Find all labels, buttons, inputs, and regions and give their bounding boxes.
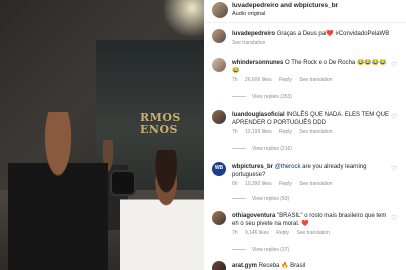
heart-icon[interactable]: ♡ [391, 114, 398, 121]
comment-body: arat.gym Receba 🔥 Brasil [232, 262, 392, 270]
divider [204, 22, 406, 23]
comment-text: Graças a Deus pai❤️ #ConvidadoPelaWB [276, 31, 390, 37]
see-translation-button[interactable]: See translation [296, 230, 329, 236]
post-header: luvadepedreiro and wbpictures_br Áudio o… [204, 0, 406, 20]
person-left [8, 112, 108, 270]
comment-username[interactable]: luvadepedreiro [232, 31, 275, 37]
reply-button[interactable]: Reply [279, 77, 292, 83]
comment-body: luvadepedreiro Graças a Deus pai❤️ #Conv… [232, 30, 392, 38]
comment-username[interactable]: wbpictures_br [232, 164, 273, 170]
heart-icon[interactable]: ♡ [391, 215, 398, 222]
comment-time: 7h [232, 129, 238, 135]
see-translation-button[interactable]: See translation [299, 77, 332, 83]
view-replies-button[interactable]: View replies (216) [232, 146, 292, 152]
avatar[interactable] [212, 58, 226, 72]
comment-time: 7h [232, 230, 238, 236]
avatar[interactable] [212, 29, 226, 43]
avatar[interactable] [212, 110, 226, 124]
comment-likes[interactable]: 10,390 likes [245, 181, 272, 187]
comment-mention[interactable]: @therock [275, 164, 301, 170]
comments-panel: luvadepedreiro and wbpictures_br Áudio o… [204, 0, 406, 270]
audio-link[interactable]: Áudio original [232, 11, 265, 17]
reply-button[interactable]: Reply [276, 230, 289, 236]
comment-body: whindersonnunes O The Rock e o De Rocha … [232, 59, 392, 75]
see-translation-button[interactable]: See translation [299, 181, 332, 187]
avatar[interactable] [212, 162, 226, 176]
comment-text: Receba 🔥 Brasil [258, 263, 306, 269]
post-authors[interactable]: luvadepedreiro and wbpictures_br [232, 2, 338, 9]
comment-likes[interactable]: 26,606 likes [245, 77, 272, 83]
comment-body: othiagoventura "BRASIL" o rosto mais bra… [232, 212, 392, 228]
heart-icon[interactable]: ♡ [391, 62, 398, 69]
view-replies-button[interactable]: View replies (93) [232, 196, 289, 202]
comment-meta: 7h 13,199 likes Reply See translation [232, 129, 339, 135]
see-translation-button[interactable]: See translation [299, 129, 332, 135]
post-media[interactable]: RMOS ENOS [0, 0, 204, 270]
view-replies-button[interactable]: View replies (37) [232, 247, 289, 253]
comment-username[interactable]: whindersonnunes [232, 60, 283, 66]
comment-time: 7h [232, 77, 238, 83]
comment-meta: 7h 26,606 likes Reply See translation [232, 77, 339, 83]
comment-meta: See translation [232, 40, 271, 46]
comment-time: 6h [232, 181, 238, 187]
comment-body: wbpictures_br @therock are you already l… [232, 163, 392, 179]
avatar[interactable] [212, 2, 228, 18]
view-replies-button[interactable]: View replies (353) [232, 94, 292, 100]
comment-likes[interactable]: 13,199 likes [245, 129, 272, 135]
comment-likes[interactable]: 9,146 likes [245, 230, 269, 236]
comment-meta: 6h 10,390 likes Reply See translation [232, 181, 339, 187]
avatar[interactable] [212, 211, 226, 225]
comment-username[interactable]: luandouglasoficial [232, 112, 285, 118]
poster-text: RMOS ENOS [140, 111, 181, 136]
reply-button[interactable]: Reply [279, 129, 292, 135]
avatar[interactable] [212, 261, 226, 270]
comment-username[interactable]: othiagoventura [232, 213, 275, 219]
comment-username[interactable]: arat.gym [232, 263, 257, 269]
see-translation-button[interactable]: See translation [232, 40, 265, 46]
heart-icon[interactable]: ♡ [391, 166, 398, 173]
comment-meta: 7h 9,146 likes Reply See translation [232, 230, 336, 236]
comment-body: luandouglasoficial INGLÊS QUE NADA. ELES… [232, 111, 392, 127]
person-right [120, 150, 204, 270]
stage-light [164, 0, 204, 40]
reply-button[interactable]: Reply [279, 181, 292, 187]
